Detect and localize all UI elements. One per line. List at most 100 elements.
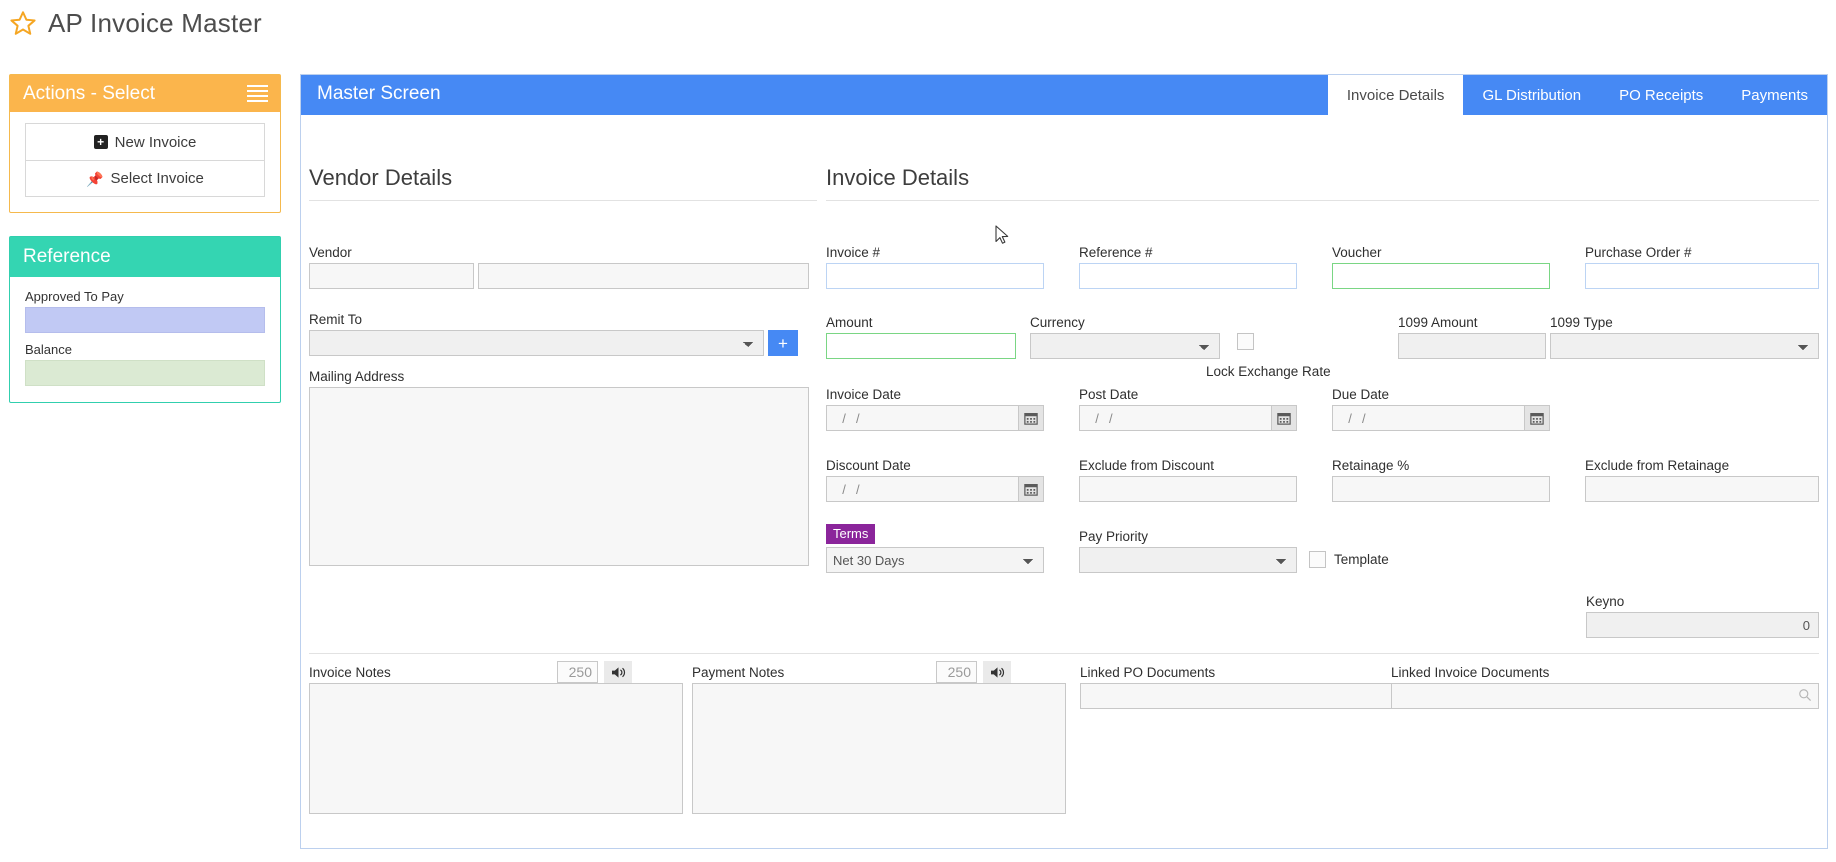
main-header-title: Master Screen [317,83,441,104]
actions-panel: Actions - Select + New Invoice 📌 Select … [9,74,281,213]
payment-notes-textarea[interactable] [692,683,1066,814]
due-date-calendar-icon[interactable] [1523,405,1550,431]
balance-label: Balance [25,342,72,357]
calendar-icon [1024,484,1038,496]
invoice-number-label: Invoice # [826,245,881,260]
retainage-label: Retainage % [1332,458,1410,473]
amount-1099-input[interactable] [1398,333,1546,359]
main-card: Master Screen Invoice Details GL Distrib… [300,74,1828,849]
discount-date-calendar-icon[interactable] [1017,476,1044,502]
tab-po-receipts-label: PO Receipts [1619,86,1704,104]
approved-to-pay-label: Approved To Pay [25,289,124,304]
exclude-from-discount-label: Exclude from Discount [1079,458,1215,473]
linked-invoice-documents-label: Linked Invoice Documents [1391,665,1550,680]
currency-label: Currency [1030,315,1085,330]
vendor-label: Vendor [309,245,352,260]
terms-select[interactable]: Net 30 Days [826,547,1044,573]
post-date-calendar-icon[interactable] [1270,405,1297,431]
voucher-label: Voucher [1332,245,1382,260]
currency-select[interactable] [1030,333,1220,359]
remit-to-select[interactable] [309,330,764,356]
speaker-icon [611,666,625,678]
tab-bar: Invoice Details GL Distribution PO Recei… [1327,75,1827,115]
tab-po-receipts[interactable]: PO Receipts [1600,75,1723,115]
plus-icon: + [778,333,788,353]
actions-list: + New Invoice 📌 Select Invoice [25,123,265,197]
invoice-date-input[interactable] [826,405,1018,431]
amount-1099-label: 1099 Amount [1398,315,1478,330]
discount-date-group [826,476,1044,502]
pin-icon: 📌 [86,170,104,187]
type-1099-label: 1099 Type [1550,315,1613,330]
new-invoice-button[interactable]: + New Invoice [26,124,264,160]
main-header: Master Screen Invoice Details GL Distrib… [301,75,1827,115]
terms-badge-label: Terms [826,524,876,544]
tab-gl-distribution[interactable]: GL Distribution [1463,75,1601,115]
hamburger-icon[interactable] [247,85,268,102]
invoice-notes-speaker-button[interactable] [604,661,632,683]
vendor-details-heading: Vendor Details [309,165,817,201]
invoice-number-input[interactable] [826,263,1044,289]
exclude-from-retainage-label: Exclude from Retainage [1585,458,1730,473]
add-remit-to-button[interactable]: + [768,330,798,356]
reference-number-label: Reference # [1079,245,1153,260]
remit-to-label: Remit To [309,312,363,327]
exclude-from-retainage-input[interactable] [1585,476,1819,502]
terms-badge: Terms [826,524,876,544]
post-date-group [1079,405,1297,431]
new-invoice-label: New Invoice [114,133,197,151]
lock-exchange-rate-label: Lock Exchange Rate [1206,364,1331,379]
invoice-notes-textarea[interactable] [309,683,683,814]
balance-field[interactable] [25,360,265,386]
tab-payments[interactable]: Payments [1722,75,1827,115]
due-date-input[interactable] [1332,405,1524,431]
vendor-code-input[interactable] [309,263,474,289]
calendar-icon [1024,413,1038,425]
keyno-input[interactable] [1586,612,1819,638]
plus-square-icon: + [93,135,108,149]
main-body: Vendor Details Vendor Remit To + Mailing… [301,115,1827,849]
actions-panel-header: Actions - Select [10,75,280,112]
exclude-from-discount-input[interactable] [1079,476,1297,502]
app-title-row: AP Invoice Master [8,8,262,39]
select-invoice-button[interactable]: 📌 Select Invoice [26,160,264,196]
app-root: AP Invoice Master Actions - Select + New… [0,0,1836,862]
discount-date-input[interactable] [826,476,1018,502]
invoice-details-heading: Invoice Details [826,165,1819,201]
template-label: Template [1334,552,1389,567]
select-invoice-label: Select Invoice [110,170,204,187]
calendar-icon [1530,413,1544,425]
retainage-input[interactable] [1332,476,1550,502]
tab-invoice-details[interactable]: Invoice Details [1327,75,1464,115]
due-date-label: Due Date [1332,387,1390,402]
payment-notes-counter: 250 [936,661,977,683]
keyno-label: Keyno [1586,594,1625,609]
actions-panel-body: + New Invoice 📌 Select Invoice [10,112,280,212]
tab-payments-label: Payments [1741,86,1808,104]
tab-invoice-details-label: Invoice Details [1346,86,1445,104]
lock-exchange-rate-checkbox[interactable] [1237,333,1254,350]
reference-number-input[interactable] [1079,263,1297,289]
template-checkbox[interactable] [1309,551,1326,568]
invoice-date-group [826,405,1044,431]
due-date-group [1332,405,1550,431]
purchase-order-label: Purchase Order # [1585,245,1692,260]
linked-invoice-documents-input[interactable] [1391,683,1819,709]
page-title: AP Invoice Master [48,8,262,38]
invoice-notes-counter: 250 [557,661,598,683]
voucher-input[interactable] [1332,263,1550,289]
payment-notes-speaker-button[interactable] [983,661,1011,683]
linked-invoice-documents-group [1391,683,1819,709]
approved-to-pay-field[interactable] [25,307,265,333]
type-1099-select[interactable] [1550,333,1819,359]
pay-priority-select[interactable] [1079,547,1297,573]
reference-panel-header: Reference [10,237,280,277]
invoice-date-calendar-icon[interactable] [1017,405,1044,431]
amount-input[interactable] [826,333,1016,359]
tab-gl-distribution-label: GL Distribution [1482,86,1582,104]
purchase-order-input[interactable] [1585,263,1819,289]
vendor-name-input[interactable] [478,263,809,289]
mailing-address-textarea[interactable] [309,387,809,566]
star-icon[interactable] [8,9,38,39]
post-date-input[interactable] [1079,405,1271,431]
